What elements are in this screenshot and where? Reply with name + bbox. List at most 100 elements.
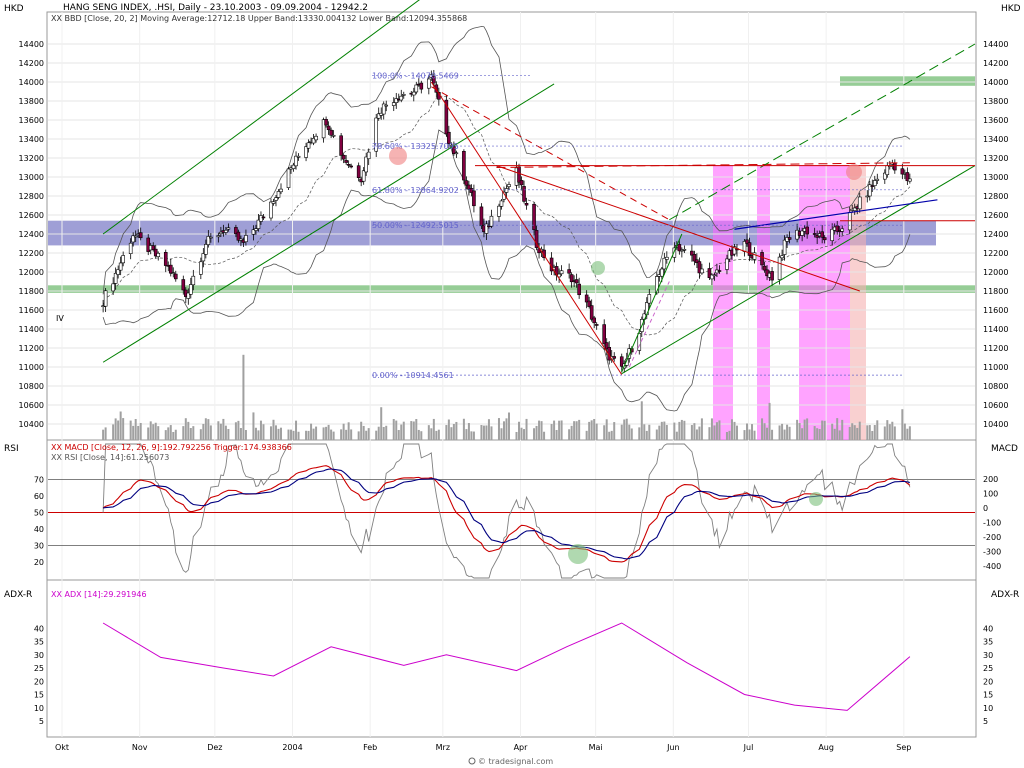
volume-bar xyxy=(798,423,801,440)
volume-bar xyxy=(525,418,528,440)
volume-bar xyxy=(480,425,483,440)
volume-bar xyxy=(523,429,526,440)
volume-bar xyxy=(728,430,731,440)
volume-bar xyxy=(380,407,383,440)
candle-body xyxy=(840,228,845,232)
volume-bar xyxy=(766,427,769,440)
volume-bar xyxy=(778,425,781,440)
adx-ytick-left: 5 xyxy=(39,717,44,726)
volume-bar xyxy=(432,418,435,440)
candle-body xyxy=(717,270,722,272)
price-ytick-right: 14200 xyxy=(983,59,1008,68)
candle-body xyxy=(519,180,524,186)
volume-bar xyxy=(868,425,871,440)
candle-body xyxy=(830,228,834,241)
time-xtick: Jul xyxy=(743,743,754,752)
candle-body xyxy=(399,95,404,101)
rsi-ytick: 30 xyxy=(34,542,44,551)
candle-body xyxy=(224,229,228,233)
volume-bar xyxy=(287,429,290,440)
volume-bar xyxy=(452,423,455,440)
volume-bar xyxy=(643,424,646,440)
volume-bar xyxy=(771,429,774,440)
volume-bar xyxy=(608,431,611,440)
volume-bar xyxy=(543,431,546,440)
price-ytick-left: 11800 xyxy=(19,287,44,296)
watermark-logo-icon xyxy=(468,757,476,765)
price-ytick-left: 13600 xyxy=(19,116,44,125)
candle-body xyxy=(875,178,880,181)
volume-bar xyxy=(269,426,272,440)
bottom-marker-rsi xyxy=(568,544,588,564)
volume-bar xyxy=(322,427,325,440)
volume-bar xyxy=(540,421,543,440)
time-xtick: Feb xyxy=(363,743,377,752)
volume-bar xyxy=(184,418,187,440)
volume-bar xyxy=(888,424,891,440)
price-ytick-left: 12600 xyxy=(19,211,44,220)
candle-body xyxy=(216,235,221,238)
volume-bar xyxy=(763,423,766,440)
volume-bar xyxy=(189,428,192,440)
volume-bar xyxy=(325,426,328,440)
volume-bar xyxy=(821,420,824,440)
volume-bar xyxy=(412,421,415,440)
uptrend-channel-upper xyxy=(102,0,420,235)
volume-bar xyxy=(823,420,826,440)
volume-bar xyxy=(708,427,711,440)
volume-bar xyxy=(746,423,749,440)
candle-body xyxy=(364,156,368,173)
candle-body xyxy=(346,164,351,166)
volume-bar xyxy=(555,429,558,440)
volume-bar xyxy=(836,418,839,440)
time-xtick: Nov xyxy=(132,743,148,752)
candle-body xyxy=(411,91,416,96)
volume-bar xyxy=(149,421,152,440)
volume-bar xyxy=(853,425,856,440)
bottom-marker-price xyxy=(591,261,605,275)
volume-bar xyxy=(392,419,395,440)
adx-ytick-left: 25 xyxy=(34,664,44,673)
volume-bar xyxy=(507,412,510,440)
volume-bar xyxy=(430,428,433,440)
volume-bar xyxy=(730,419,733,440)
volume-bar xyxy=(182,426,185,440)
indicator-layer xyxy=(48,443,975,711)
volume-bar xyxy=(417,429,420,440)
volume-bar xyxy=(345,429,348,440)
volume-bar xyxy=(402,421,405,440)
price-ytick-left: 13400 xyxy=(19,135,44,144)
time-xtick: Sep xyxy=(896,743,911,752)
volume-bar xyxy=(658,425,661,440)
volume-bar xyxy=(327,424,330,440)
volume-bar xyxy=(590,420,593,440)
candle-body xyxy=(647,294,652,304)
volume-bar xyxy=(397,430,400,440)
candle-body xyxy=(489,215,494,227)
candle-body xyxy=(286,168,291,188)
volume-bar xyxy=(385,425,388,440)
volume-bar xyxy=(137,425,140,440)
volume-bar xyxy=(257,430,260,440)
volume-bar xyxy=(620,424,623,440)
candle-body xyxy=(331,134,336,137)
candle-body xyxy=(296,155,301,158)
candle-body xyxy=(259,215,263,222)
volume-bar xyxy=(154,422,157,440)
price-ytick-right: 10400 xyxy=(983,420,1008,429)
adx-ytick-right: 40 xyxy=(983,624,993,633)
volume-bar xyxy=(578,419,581,440)
volume-bar xyxy=(640,401,643,440)
price-ytick-left: 12400 xyxy=(19,230,44,239)
volume-bar xyxy=(753,430,756,440)
adx-legend: XX ADX [14]:29.291946 xyxy=(51,590,147,599)
volume-bar xyxy=(347,422,350,440)
currency-label-right: HKD xyxy=(1001,4,1021,14)
signal-marker-rsi xyxy=(809,492,823,506)
candle-body xyxy=(592,317,596,324)
volume-bar xyxy=(129,420,132,440)
candle-body xyxy=(181,279,186,291)
candle-body xyxy=(138,232,143,239)
volume-bar xyxy=(147,427,150,440)
stock-chart: 100.0% - 14070.5469 78.60% - 13325.7095 61… xyxy=(4,0,1021,766)
